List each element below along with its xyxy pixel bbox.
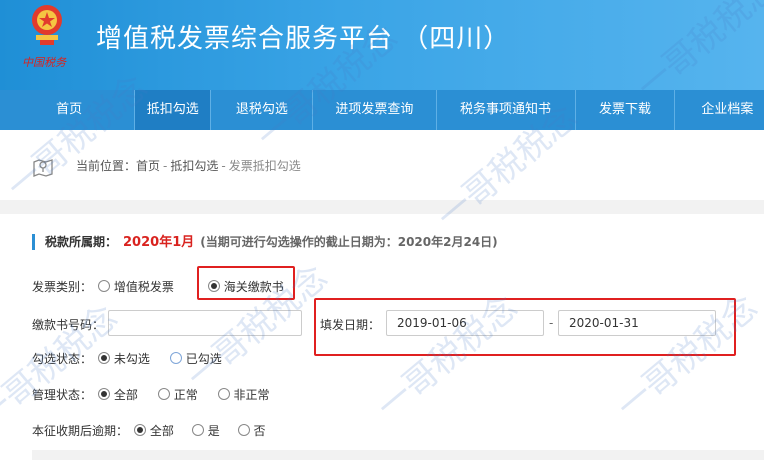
breadcrumb-prefix: 当前位置： [76, 159, 137, 173]
breadcrumb-deduction[interactable]: 抵扣勾选 [170, 159, 218, 173]
radio-mgmt-all-label: 全部 [113, 388, 138, 402]
nav-item-tax-notice[interactable]: 税务事项通知书 [437, 90, 576, 130]
highlight-box-customs [197, 266, 295, 300]
radio-overdue-yes[interactable]: 是 [191, 422, 220, 439]
radio-mgmt-abnormal[interactable]: 非正常 [217, 386, 270, 403]
highlight-box-date [314, 298, 736, 356]
tax-period-hint: (当期可进行勾选操作的截止日期为：2020年2月24日) [200, 235, 498, 249]
check-status-label: 勾选状态： [32, 352, 93, 366]
radio-vat-invoice-circle[interactable] [97, 280, 110, 292]
invoice-type-label: 发票类别： [32, 280, 93, 294]
mgmt-status-row: 管理状态： 全部 正常 非正常 [32, 386, 270, 403]
nav-item-refund-check[interactable]: 退税勾选 [211, 90, 314, 130]
search-panel: 税款所属期： 2020年1月 (当期可进行勾选操作的截止日期为：2020年2月24日… [0, 214, 764, 460]
radio-overdue-all[interactable]: 全部 [133, 422, 174, 439]
check-status-row: 勾选状态： 未勾选 已勾选 [32, 350, 222, 367]
radio-overdue-no[interactable]: 否 [237, 422, 266, 439]
radio-overdue-yes-circle[interactable] [191, 424, 204, 436]
radio-mgmt-normal-circle[interactable] [157, 388, 170, 400]
emblem-caption: 中国税务 [22, 56, 66, 69]
overdue-label: 本征收期后逾期： [32, 424, 129, 438]
radio-vat-invoice[interactable]: 增值税发票 [97, 278, 174, 295]
radio-overdue-no-circle[interactable] [237, 424, 250, 436]
nav-item-input-invoice-query[interactable]: 进项发票查询 [313, 90, 437, 130]
radio-mgmt-all[interactable]: 全部 [97, 386, 138, 403]
radio-unchecked-circle[interactable] [97, 352, 110, 364]
radio-overdue-all-circle[interactable] [133, 424, 146, 436]
radio-vat-invoice-label: 增值税发票 [113, 280, 174, 294]
breadcrumb-separator: - [163, 159, 168, 173]
radio-checked[interactable]: 已勾选 [169, 350, 222, 367]
breadcrumb-area: 当前位置：首页 - 抵扣勾选 - 发票抵扣勾选 [0, 130, 764, 200]
radio-mgmt-abnormal-circle[interactable] [217, 388, 230, 400]
breadcrumb-current: 发票抵扣勾选 [228, 159, 301, 173]
radio-overdue-all-label: 全部 [149, 424, 174, 438]
radio-mgmt-normal[interactable]: 正常 [157, 386, 198, 403]
site-header: 中国税务 增值税发票综合服务平台 （四川） [0, 0, 764, 90]
nav-item-deduction-check[interactable]: 抵扣勾选 [135, 90, 212, 130]
location-map-icon [33, 159, 53, 177]
site-title: 增值税发票综合服务平台 （四川） [96, 24, 511, 54]
radio-mgmt-abnormal-label: 非正常 [233, 388, 270, 402]
nav-item-invoice-download[interactable]: 发票下载 [576, 90, 676, 130]
radio-checked-circle[interactable] [169, 352, 182, 364]
payment-no-label: 缴款书号码： [32, 318, 105, 332]
mgmt-status-label: 管理状态： [32, 388, 93, 402]
overdue-row: 本征收期后逾期： 全部 是 否 [32, 422, 266, 439]
tax-period-label: 税款所属期： [45, 235, 118, 249]
radio-overdue-no-label: 否 [253, 424, 266, 438]
national-emblem-icon [32, 5, 62, 45]
radio-unchecked-label: 未勾选 [113, 352, 150, 366]
nav-item-company-profile[interactable]: 企业档案 [675, 90, 764, 130]
radio-unchecked[interactable]: 未勾选 [97, 350, 150, 367]
section-divider [0, 200, 764, 214]
breadcrumb: 当前位置：首页 - 抵扣勾选 - 发票抵扣勾选 [76, 157, 301, 174]
radio-mgmt-all-circle[interactable] [97, 388, 110, 400]
payment-no-input[interactable] [108, 310, 302, 336]
nav-item-home[interactable]: 首页 [0, 90, 136, 130]
breadcrumb-separator: - [221, 159, 226, 173]
breadcrumb-home[interactable]: 首页 [136, 159, 160, 173]
tax-period: 税款所属期： 2020年1月 (当期可进行勾选操作的截止日期为：2020年2月24日… [32, 234, 498, 250]
results-area-top [32, 450, 764, 460]
radio-overdue-yes-label: 是 [207, 424, 220, 438]
tax-period-value: 2020年1月 [123, 235, 195, 250]
radio-checked-label: 已勾选 [185, 352, 222, 366]
radio-mgmt-normal-label: 正常 [173, 388, 198, 402]
main-nav: 首页 抵扣勾选 退税勾选 进项发票查询 税务事项通知书 发票下载 企业档案 [0, 90, 764, 130]
